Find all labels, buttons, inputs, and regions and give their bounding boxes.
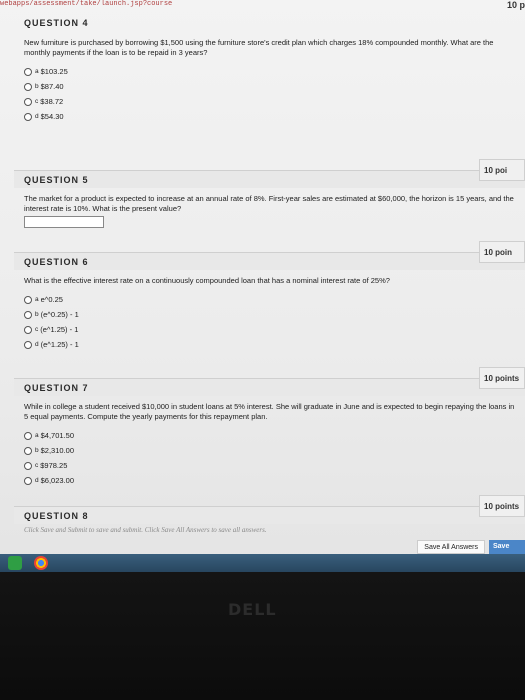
taskbar	[0, 554, 525, 572]
radio-button[interactable]	[24, 446, 32, 455]
option-a[interactable]: a $103.25	[24, 64, 515, 79]
option-c[interactable]: c $38.72	[24, 94, 515, 109]
question-title: QUESTION 8	[24, 511, 89, 521]
radio-button[interactable]	[24, 461, 32, 470]
question-body: While in college a student received $10,…	[14, 396, 525, 494]
question-body: New furniture is purchased by borrowing …	[14, 32, 525, 130]
question-header: QUESTION 5 10 poi	[14, 159, 525, 188]
question-title: QUESTION 7	[24, 383, 89, 393]
chrome-icon[interactable]	[34, 556, 48, 570]
option-b[interactable]: b $87.40	[24, 79, 515, 94]
monitor-brand-logo: DELL	[228, 600, 277, 619]
question-title: QUESTION 6	[24, 257, 89, 267]
question-body: What is the effective interest rate on a…	[14, 270, 525, 358]
save-all-answers-button[interactable]: Save All Answers	[417, 540, 485, 554]
option-c[interactable]: c $978.25	[24, 458, 515, 473]
radio-button[interactable]	[24, 476, 32, 485]
url-fragment: webapps/assessment/take/launch.jsp?cours…	[0, 0, 173, 8]
submit-instruction: Click Save and Submit to save and submit…	[24, 526, 267, 534]
answer-input[interactable]	[24, 216, 104, 228]
option-d[interactable]: d (e^1.25) - 1	[24, 337, 515, 352]
option-d[interactable]: d $54.30	[24, 109, 515, 124]
option-text: $978.25	[40, 460, 68, 470]
option-b[interactable]: b $2,310.00	[24, 443, 515, 458]
question-6: QUESTION 6 10 poin What is the effective…	[14, 241, 525, 358]
question-4: QUESTION 4 New furniture is purchased by…	[14, 14, 525, 130]
question-title: QUESTION 5	[24, 175, 89, 185]
option-text: $87.40	[40, 81, 64, 91]
option-c[interactable]: c (e^1.25) - 1	[24, 322, 515, 337]
radio-button[interactable]	[24, 325, 32, 334]
question-header: QUESTION 4	[14, 14, 525, 32]
radio-button[interactable]	[24, 340, 32, 349]
option-text: e^0.25	[40, 294, 63, 304]
radio-button[interactable]	[24, 431, 32, 440]
option-text: $4,701.50	[40, 430, 74, 440]
points-label: 10 poin	[479, 241, 525, 263]
option-text: $103.25	[40, 66, 68, 76]
option-text: (e^1.25) - 1	[40, 339, 79, 349]
option-a[interactable]: a $4,701.50	[24, 428, 515, 443]
radio-button[interactable]	[24, 82, 32, 91]
radio-button[interactable]	[24, 295, 32, 304]
question-text: New furniture is purchased by borrowing …	[24, 38, 494, 57]
question-title: QUESTION 4	[24, 18, 89, 28]
question-text: The market for a product is expected to …	[24, 194, 514, 213]
option-b[interactable]: b (e^0.25) - 1	[24, 307, 515, 322]
option-text: (e^1.25) - 1	[40, 324, 79, 334]
store-icon[interactable]	[8, 556, 22, 570]
question-header: QUESTION 6 10 poin	[14, 241, 525, 270]
question-body: The market for a product is expected to …	[14, 188, 525, 234]
question-header: QUESTION 8 10 points	[14, 495, 525, 524]
footer-actions: Save All Answers Save	[0, 540, 525, 554]
radio-button[interactable]	[24, 112, 32, 121]
question-header: QUESTION 7 10 points	[14, 367, 525, 396]
question-8: QUESTION 8 10 points Click Save and Subm…	[14, 495, 525, 540]
question-text: What is the effective interest rate on a…	[24, 276, 390, 285]
save-and-submit-button[interactable]: Save	[489, 540, 525, 554]
browser-viewport: webapps/assessment/take/launch.jsp?cours…	[0, 0, 525, 572]
question-text: While in college a student received $10,…	[24, 402, 515, 421]
points-badge: 10 p	[506, 0, 525, 10]
option-text: $38.72	[40, 96, 64, 106]
option-a[interactable]: a e^0.25	[24, 292, 515, 307]
points-label: 10 poi	[479, 159, 525, 181]
points-label: 10 points	[479, 367, 525, 389]
option-text: $54.30	[40, 111, 64, 121]
option-d[interactable]: d $6,023.00	[24, 473, 515, 488]
option-text: (e^0.25) - 1	[40, 309, 79, 319]
question-7: QUESTION 7 10 points While in college a …	[14, 367, 525, 494]
question-5: QUESTION 5 10 poi The market for a produ…	[14, 159, 525, 234]
option-text: $6,023.00	[40, 475, 74, 485]
radio-button[interactable]	[24, 67, 32, 76]
monitor-bezel: DELL	[0, 572, 525, 700]
points-label: 10 points	[479, 495, 525, 517]
radio-button[interactable]	[24, 310, 32, 319]
radio-button[interactable]	[24, 97, 32, 106]
option-text: $2,310.00	[40, 445, 74, 455]
